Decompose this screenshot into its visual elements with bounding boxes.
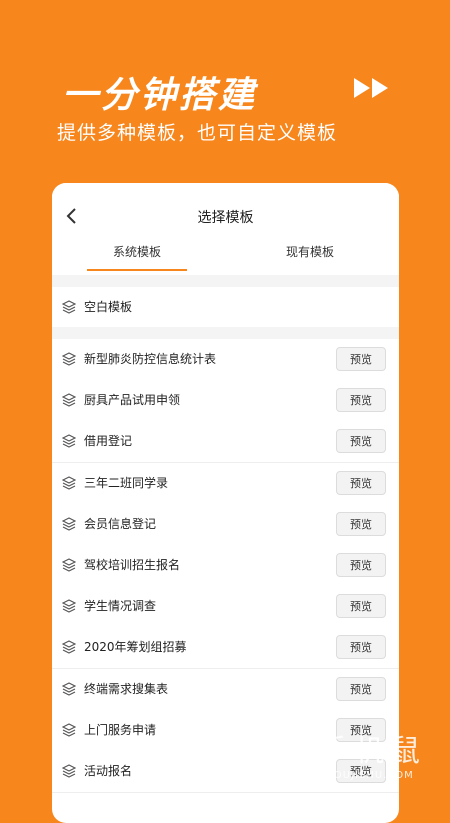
layers-icon — [62, 517, 76, 531]
layers-icon — [62, 640, 76, 655]
preview-button[interactable]: 预览 — [336, 511, 386, 536]
template-label: 活动报名 — [84, 764, 133, 778]
layers-icon — [62, 764, 76, 778]
preview-button[interactable]: 预览 — [336, 676, 386, 701]
template-row[interactable]: 厨具产品试用申领 预览 — [52, 380, 399, 423]
layers-icon — [62, 558, 76, 572]
active-tab-indicator — [87, 269, 187, 271]
template-row[interactable]: 新型肺炎防控信息统计表 预览 — [52, 339, 399, 381]
promo-banner: 一分钟搭建 提供多种模板，也可自定义模板 — [0, 0, 450, 180]
section-gap — [52, 327, 399, 339]
layers-icon — [62, 300, 76, 314]
section-gap — [52, 275, 399, 287]
layers-icon — [62, 723, 76, 737]
preview-button[interactable]: 预览 — [336, 594, 386, 619]
tab-label: 现有模板 — [285, 245, 334, 259]
layers-icon — [62, 599, 76, 613]
template-label: 新型肺炎防控信息统计表 — [84, 352, 217, 366]
tab-existing-templates[interactable]: 现有模板 — [225, 243, 395, 260]
template-row[interactable]: 2020年筹划组招募 预览 — [52, 627, 399, 670]
layers-icon — [62, 352, 76, 366]
preview-button[interactable]: 预览 — [336, 635, 386, 660]
fast-forward-icon — [354, 78, 388, 98]
layers-icon — [62, 393, 76, 407]
preview-button[interactable]: 预览 — [336, 347, 386, 371]
template-row[interactable]: 终端需求搜集表 预览 — [52, 668, 399, 711]
preview-button[interactable]: 预览 — [336, 429, 386, 454]
preview-button[interactable]: 预览 — [336, 553, 386, 577]
template-label: 借用登记 — [84, 434, 133, 449]
page-title: 选择模板 — [197, 210, 254, 226]
template-row[interactable]: 会员信息登记 预览 — [52, 503, 399, 546]
promo-headline: 一分钟搭建 — [62, 75, 258, 116]
watermark: 手机鼠 SHOUJISHU.COM — [262, 720, 432, 795]
tab-system-templates[interactable]: 系统模板 — [52, 243, 222, 271]
template-label: 上门服务申请 — [84, 722, 157, 737]
template-label: 终端需求搜集表 — [84, 681, 169, 696]
template-label: 三年二班同学录 — [84, 475, 169, 490]
template-label: 会员信息登记 — [84, 516, 157, 531]
layers-icon — [62, 681, 76, 696]
promo-subline: 提供多种模板，也可自定义模板 — [57, 122, 338, 144]
watermark-url: SHOUJISHU.COM — [318, 770, 414, 781]
template-label: 空白模板 — [84, 300, 133, 314]
preview-button[interactable]: 预览 — [336, 388, 386, 413]
template-label: 厨具产品试用申领 — [84, 393, 181, 408]
template-row[interactable]: 三年二班同学录 预览 — [52, 462, 399, 505]
template-label: 学生情况调查 — [84, 599, 157, 614]
template-row[interactable]: 借用登记 预览 — [52, 421, 399, 464]
template-row[interactable]: 学生情况调查 预览 — [52, 586, 399, 629]
preview-button[interactable]: 预览 — [336, 470, 386, 495]
blank-template-item[interactable]: 空白模板 — [52, 287, 399, 327]
tab-label: 系统模板 — [112, 245, 161, 259]
template-row[interactable]: 驾校培训招生报名 预览 — [52, 545, 399, 587]
template-label: 2020年筹划组招募 — [84, 640, 187, 655]
layers-icon — [62, 434, 76, 449]
template-label: 驾校培训招生报名 — [84, 558, 181, 572]
tab-bar: 系统模板 现有模板 — [52, 235, 399, 275]
watermark-text: 手机鼠 — [318, 734, 426, 769]
layers-icon — [62, 475, 76, 490]
watermark-logo — [266, 725, 310, 779]
